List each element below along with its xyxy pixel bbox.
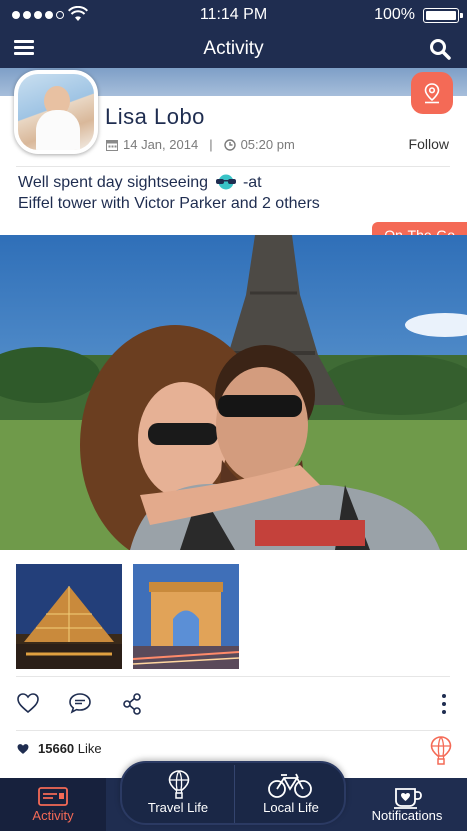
divider xyxy=(16,676,450,677)
notifications-icon xyxy=(394,788,422,809)
page-title: Activity xyxy=(203,38,264,59)
status-bar: 11:14 PM 100% xyxy=(0,0,467,30)
calendar-icon xyxy=(106,139,118,151)
nav-travel-life-label: Travel Life xyxy=(147,800,209,815)
post-text-line2[interactable]: Eiffel tower with Victor Parker and 2 ot… xyxy=(18,195,320,212)
location-pin-icon xyxy=(424,83,440,104)
heart-icon[interactable] xyxy=(16,692,40,714)
bicycle-icon xyxy=(268,773,312,798)
location-pin-button[interactable] xyxy=(411,72,453,114)
top-bar: 11:14 PM 100% Activity xyxy=(0,0,467,70)
nav-travel-life[interactable]: Travel Life xyxy=(122,763,234,823)
nav-local-life-label: Local Life xyxy=(263,800,319,815)
likes-count[interactable]: 15660 Like xyxy=(16,741,102,756)
hot-air-balloon-icon xyxy=(168,770,190,799)
activity-icon xyxy=(38,787,68,806)
post-meta: 14 Jan, 2014 | 05:20 pm xyxy=(106,137,295,152)
search-icon[interactable] xyxy=(429,38,451,60)
battery-icon xyxy=(423,8,463,23)
center-nav-pill: Travel Life Local Life xyxy=(120,761,346,825)
heart-filled-icon xyxy=(17,743,29,754)
hot-air-balloon-icon[interactable] xyxy=(429,735,453,765)
nav-activity-label: Activity xyxy=(32,808,74,823)
post-date: 14 Jan, 2014 xyxy=(123,137,199,152)
more-options-icon[interactable] xyxy=(440,692,448,716)
user-name[interactable]: Lisa Lobo xyxy=(105,104,205,130)
nav-notifications[interactable]: Notifications xyxy=(347,778,467,831)
post-time: 05:20 pm xyxy=(240,137,295,152)
sunglasses-emoji-icon xyxy=(215,174,236,190)
nav-notifications-label: Notifications xyxy=(371,808,443,823)
share-icon[interactable] xyxy=(121,692,143,716)
clock-icon xyxy=(223,138,236,151)
nav-local-life[interactable]: Local Life xyxy=(235,763,347,823)
thumbnail-louvre[interactable] xyxy=(16,564,122,669)
comment-icon[interactable] xyxy=(68,692,92,714)
likes-label: Like xyxy=(77,741,102,756)
battery-percent: 100% xyxy=(374,6,415,23)
post-text: Well spent day sightseeing -at Eiffel to… xyxy=(18,172,448,214)
avatar[interactable] xyxy=(14,70,98,154)
likes-number: 15660 xyxy=(38,741,75,756)
divider xyxy=(16,166,450,167)
post-text-line1-suffix: -at xyxy=(242,174,262,191)
nav-activity[interactable]: Activity xyxy=(0,778,106,831)
post-text-line1: Well spent day sightseeing xyxy=(18,174,209,191)
main-post-photo[interactable] xyxy=(0,235,467,550)
meta-separator: | xyxy=(209,137,213,152)
thumbnail-arc-de-triomphe[interactable] xyxy=(133,564,239,669)
follow-button[interactable]: Follow xyxy=(409,136,449,152)
app-header: Activity xyxy=(0,30,467,68)
post-actions xyxy=(0,688,467,722)
divider xyxy=(16,730,450,731)
